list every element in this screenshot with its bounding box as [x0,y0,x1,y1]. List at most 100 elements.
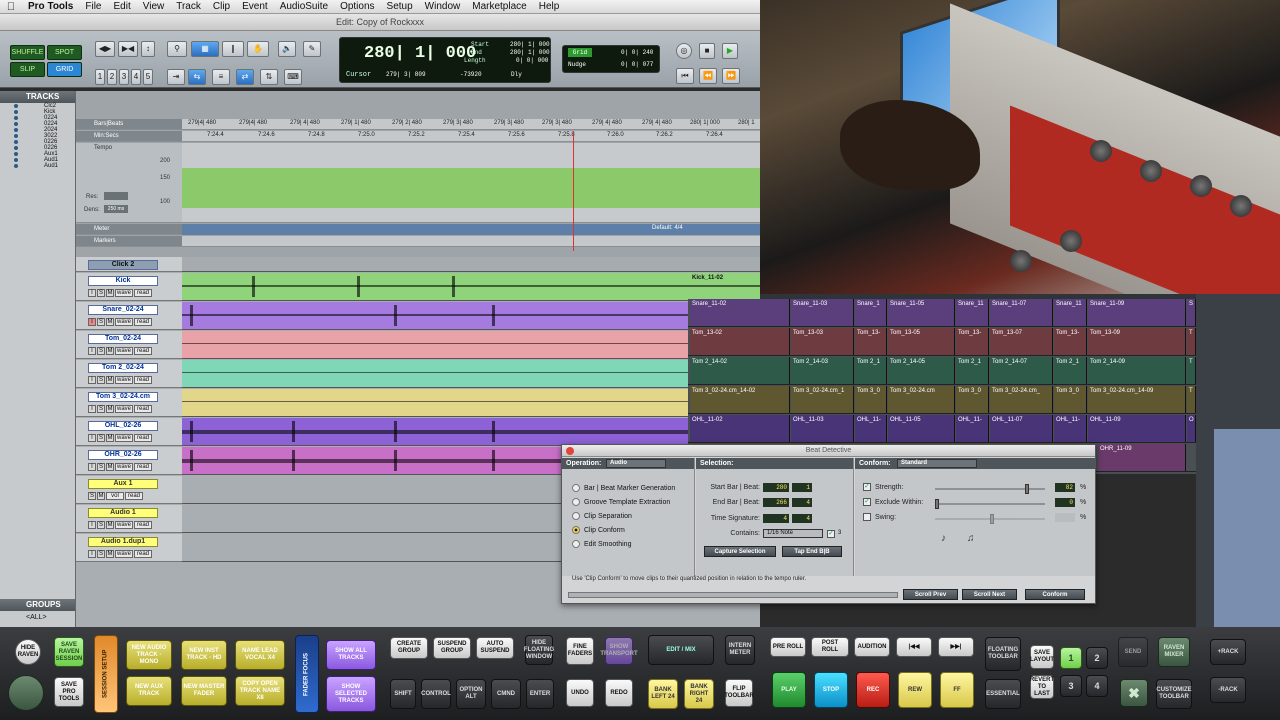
post-roll-button[interactable]: POST ROLL [811,637,849,657]
copy-open-track-name-button[interactable]: COPY OPEN TRACK NAME X8 [235,676,285,706]
fast-forward-button[interactable]: FF [940,672,974,708]
view-selector[interactable]: wave [115,434,133,442]
clip[interactable]: Tom_13- [855,328,887,355]
track-name[interactable]: Click 2 [88,260,158,270]
view-selector[interactable]: wave [115,521,133,529]
clip-bin-region[interactable] [1214,429,1280,627]
mute-button[interactable]: M [106,289,114,297]
input-button[interactable]: I [88,318,96,326]
start-value[interactable]: 280| 1| 000 [510,41,550,48]
end-beat-field[interactable]: 4 [792,498,812,507]
zoom-preset-5[interactable]: 5 [143,69,153,85]
tab-to-transient-icon[interactable]: ⇥ [167,69,185,85]
clip[interactable]: OHL_11-02 [690,415,790,442]
solo-button[interactable]: S [97,347,105,355]
clip[interactable]: Tom 2_14-03 [791,357,854,384]
track-name[interactable]: Aux 1 [88,479,158,489]
meter-default[interactable]: Default: 4/4 [652,225,683,231]
slider-handle[interactable] [1025,484,1030,494]
record-button[interactable]: REC [856,672,890,708]
zoom-out-icon[interactable]: ◀▶ [95,41,115,57]
zoom-preset-4[interactable]: 4 [131,69,141,85]
sixteenth-note-icon[interactable]: ♫ [967,533,975,544]
track-header-tom-2[interactable]: Tom 2_02-24 I S M wave read [76,360,182,388]
conform-button[interactable]: Conform [1025,589,1085,600]
clip[interactable]: OHR_11-09 [1098,444,1186,471]
view-selector[interactable]: wave [115,318,133,326]
clip[interactable]: Tom 2_14-02 [690,357,790,384]
clip[interactable]: Tom 2_14-07 [990,357,1053,384]
automation-selector[interactable]: read [134,463,152,471]
new-inst-track-button[interactable]: NEW INST TRACK - HD [181,640,227,670]
clip[interactable]: Snare_11-03 [791,299,854,326]
grabber-tool-icon[interactable]: ✋ [247,41,269,57]
track-name[interactable]: Tom_02-24 [88,334,158,344]
insertion-follows-icon[interactable]: ⇄ [236,69,254,85]
zoom-preset-1[interactable]: 1 [95,69,105,85]
mute-button[interactable]: M [106,521,114,529]
apple-icon[interactable]:  [0,1,22,13]
contains-dropdown[interactable]: 1/16 Note [763,529,823,538]
clip[interactable]: Snare_11-02 [690,299,790,326]
selector-tool-icon[interactable]: ❙ [222,41,244,57]
solo-button[interactable]: S [97,376,105,384]
new-master-fader-button[interactable]: NEW MASTER FADER [181,676,227,706]
menu-help[interactable]: Help [533,1,566,12]
slider-handle[interactable] [935,499,939,509]
bank-left-button[interactable]: BANK LEFT 24 [648,679,678,709]
clip[interactable]: Tom_13- [956,328,989,355]
input-button[interactable]: I [88,550,96,558]
clip[interactable]: Tom 2_14-05 [888,357,955,384]
tom-3-lane[interactable] [182,389,760,417]
automation-selector[interactable]: read [134,521,152,529]
rewind-icon[interactable]: ⏪ [699,68,717,84]
remove-rack-button[interactable]: -RACK [1210,677,1246,703]
hide-floating-window-button[interactable]: HIDE FLOATING WINDOW [524,635,554,665]
snare-lane[interactable] [182,302,760,330]
option-groove[interactable]: Groove Template Extraction [572,498,670,506]
essential-button[interactable]: ESSENTIAL [985,679,1021,709]
view-selector[interactable]: vol [106,492,124,500]
customize-toolbar-button[interactable]: CUSTOMIZE TOOLBAR [1156,679,1192,709]
layout-page-4[interactable]: 4 [1086,675,1108,697]
strength-value[interactable]: 82 [1055,483,1075,492]
prev-marker-button[interactable]: |◀◀ [896,637,932,657]
save-layout-button[interactable]: SAVE LAYOUT [1030,645,1054,669]
main-counter[interactable]: 280| 1| 000 [364,44,476,63]
start-beat-field[interactable]: 1 [792,483,812,492]
swing-value[interactable] [1055,513,1075,522]
solo-button[interactable]: S [97,318,105,326]
bd-scrollbar[interactable] [568,592,898,598]
clip[interactable]: Tom 2_1 [956,357,989,384]
kick-lane[interactable]: Kick_11-02 [182,273,760,301]
rewind-button[interactable]: REW [898,672,932,708]
online-icon[interactable]: ◎ [676,43,692,59]
add-rack-button[interactable]: +RACK [1210,639,1246,665]
new-aux-track-button[interactable]: NEW AUX TRACK [126,676,172,706]
clip[interactable]: O [1187,415,1196,442]
slip-mode-button[interactable]: SLIP [10,62,45,77]
clip[interactable]: Tom_13-03 [791,328,854,355]
clip[interactable]: OHL_11-07 [990,415,1053,442]
solo-button[interactable]: S [97,434,105,442]
track-name[interactable]: Tom 3_02-24.cm [88,392,158,402]
view-selector[interactable]: wave [115,376,133,384]
play-icon[interactable]: ▶ [722,43,738,59]
track-name[interactable]: Tom 2_02-24 [88,363,158,373]
end-value[interactable]: 280| 1| 000 [510,49,550,56]
tap-end-button[interactable]: Tap End B|B [782,546,842,557]
create-group-button[interactable]: CREATE GROUP [390,637,428,659]
shuffle-mode-button[interactable]: SHUFFLE [10,45,45,60]
click-lane[interactable] [182,257,760,272]
edit-mix-toggle[interactable]: EDIT / MIX [648,635,714,665]
tom-2-lane[interactable] [182,360,760,388]
control-key[interactable]: CONTROL [421,679,451,709]
menu-event[interactable]: Event [236,1,274,12]
send-button[interactable]: SEND [1118,637,1148,667]
capture-selection-button[interactable]: Capture Selection [704,546,776,557]
ohl-lane[interactable] [182,418,760,446]
clip[interactable]: Tom 2_1 [1054,357,1087,384]
stop-button[interactable]: STOP [814,672,848,708]
group-all[interactable]: <ALL> [0,611,75,625]
track-name[interactable]: Audio 1 [88,508,158,518]
